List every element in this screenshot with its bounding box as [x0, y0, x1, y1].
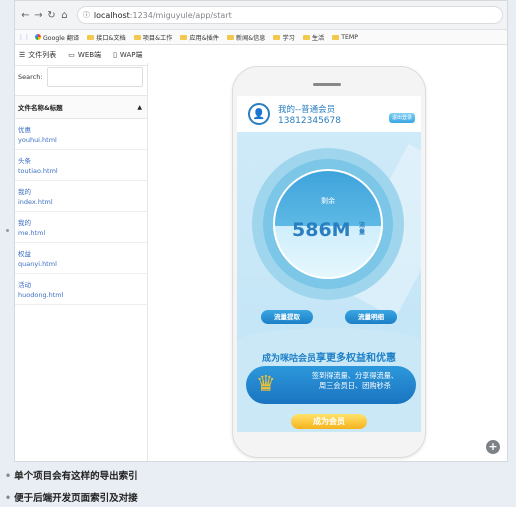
file-item[interactable]: 活动 huodong.html	[15, 274, 147, 305]
google-icon	[35, 34, 41, 40]
tab-wap[interactable]: ▯ WAP端	[113, 50, 142, 60]
phone-speaker	[313, 83, 341, 86]
reload-icon[interactable]: ↻	[45, 10, 58, 21]
search-row: Search:	[15, 63, 147, 91]
home-icon[interactable]: ⌂	[58, 10, 71, 21]
file-list-header-label: 文件名称&标题	[18, 104, 63, 112]
browser-toolbar: ← → ↻ ⌂ ⓘ localhost:1234/miguyule/app/st…	[15, 1, 507, 30]
browser-window: ← → ↻ ⌂ ⓘ localhost:1234/miguyule/app/st…	[14, 0, 508, 462]
folder-icon	[133, 34, 141, 40]
user-phone: 13812345678	[278, 116, 341, 126]
tab-web[interactable]: ▭ WEB端	[68, 50, 101, 60]
info-icon[interactable]: ⓘ	[83, 10, 90, 20]
bullet-icon: •	[5, 493, 12, 504]
zoom-in-icon[interactable]: +	[486, 440, 500, 454]
bookmark-folder[interactable]: TEMP	[332, 34, 358, 41]
bullet-icon: •	[5, 471, 12, 482]
remain-unit: 流量	[359, 222, 366, 236]
preview-area: 👤 我的--普通会员 13812345678 退出登录 剩余 586M 流量 流…	[148, 63, 507, 461]
folder-icon	[87, 34, 95, 40]
bookmark-folder[interactable]: 生活	[302, 33, 324, 42]
crown-icon: ♛	[256, 372, 276, 397]
file-item[interactable]: 权益 quanyi.html	[15, 243, 147, 274]
address-bar[interactable]: ⓘ localhost:1234/miguyule/app/start	[76, 6, 503, 24]
bookmark-folder[interactable]: 新闻&信息	[226, 33, 265, 42]
file-item[interactable]: 头条 toutiao.html	[15, 150, 147, 181]
folder-icon	[180, 34, 188, 40]
benefit-banner: ♛ 签到得流量、分享得流量、 周三会员日、团购秒杀	[246, 366, 416, 404]
user-name: 我的--普通会员	[278, 105, 336, 115]
file-item[interactable]: 我的 me.html	[15, 212, 147, 243]
folder-icon	[302, 34, 310, 40]
benefit-text: 签到得流量、分享得流量、 周三会员日、团购秒杀	[311, 371, 399, 390]
phone-mockup: 👤 我的--普通会员 13812345678 退出登录 剩余 586M 流量 流…	[232, 66, 426, 458]
note-1: • 单个项目会有这样的导出索引	[5, 471, 138, 482]
bookmark-folder[interactable]: 项目&工作	[133, 33, 172, 42]
bookmark-folder[interactable]: 学习	[273, 33, 295, 42]
remain-amount: 586M	[292, 219, 351, 241]
url-path: :1234/miguyule/app/start	[129, 10, 232, 20]
forward-icon[interactable]: →	[32, 10, 45, 21]
file-item[interactable]: 优惠 youhui.html	[15, 119, 147, 150]
list-icon: ☰	[19, 51, 26, 59]
folder-icon	[332, 34, 340, 40]
note-2: • 便于后端开发页面索引及对接	[5, 493, 138, 504]
become-member-button[interactable]: 成为会员	[291, 414, 367, 429]
back-icon[interactable]: ←	[19, 10, 32, 21]
desktop-icon: ▭	[68, 51, 75, 59]
folder-icon	[226, 34, 234, 40]
bookmark-folder[interactable]: 应用&插件	[180, 33, 219, 42]
mobile-icon: ▯	[113, 51, 117, 59]
remain-label: 剩余	[321, 197, 335, 205]
extract-traffic-button[interactable]: 流量提取	[261, 310, 313, 324]
user-avatar-icon: 👤	[248, 103, 270, 125]
file-list-header[interactable]: 文件名称&标题 ▲	[15, 95, 147, 119]
file-sidebar: Search: 文件名称&标题 ▲ 优惠 youhui.html 头条 toutia…	[15, 63, 148, 461]
bookmark-google-translate[interactable]: Google 翻译	[35, 33, 79, 42]
bookmarks-bar: ⋮⋮ Google 翻译 接口&文档 项目&工作 应用&插件 新闻&信息 学习 …	[15, 30, 507, 45]
folder-icon	[273, 34, 281, 40]
tab-file-list[interactable]: ☰ 文件列表	[19, 50, 56, 60]
sort-up-icon[interactable]: ▲	[137, 104, 142, 111]
url-host: localhost	[93, 10, 130, 20]
phone-screen: 👤 我的--普通会员 13812345678 退出登录 剩余 586M 流量 流…	[237, 96, 421, 432]
file-item[interactable]: 我的 index.html	[15, 181, 147, 212]
bullet-dot	[6, 229, 9, 232]
traffic-detail-button[interactable]: 流量明细	[345, 310, 397, 324]
bookmark-folder[interactable]: 接口&文档	[87, 33, 126, 42]
user-bar: 👤 我的--普通会员 13812345678 退出登录	[237, 96, 421, 132]
promo-title: 成为咪咕会员享更多权益和优惠	[261, 353, 396, 364]
search-label: Search:	[18, 73, 43, 81]
apps-icon[interactable]: ⋮⋮	[18, 34, 30, 41]
search-input[interactable]	[46, 67, 143, 87]
traffic-gauge: 剩余 586M 流量	[273, 169, 383, 279]
logout-button[interactable]: 退出登录	[389, 113, 415, 123]
